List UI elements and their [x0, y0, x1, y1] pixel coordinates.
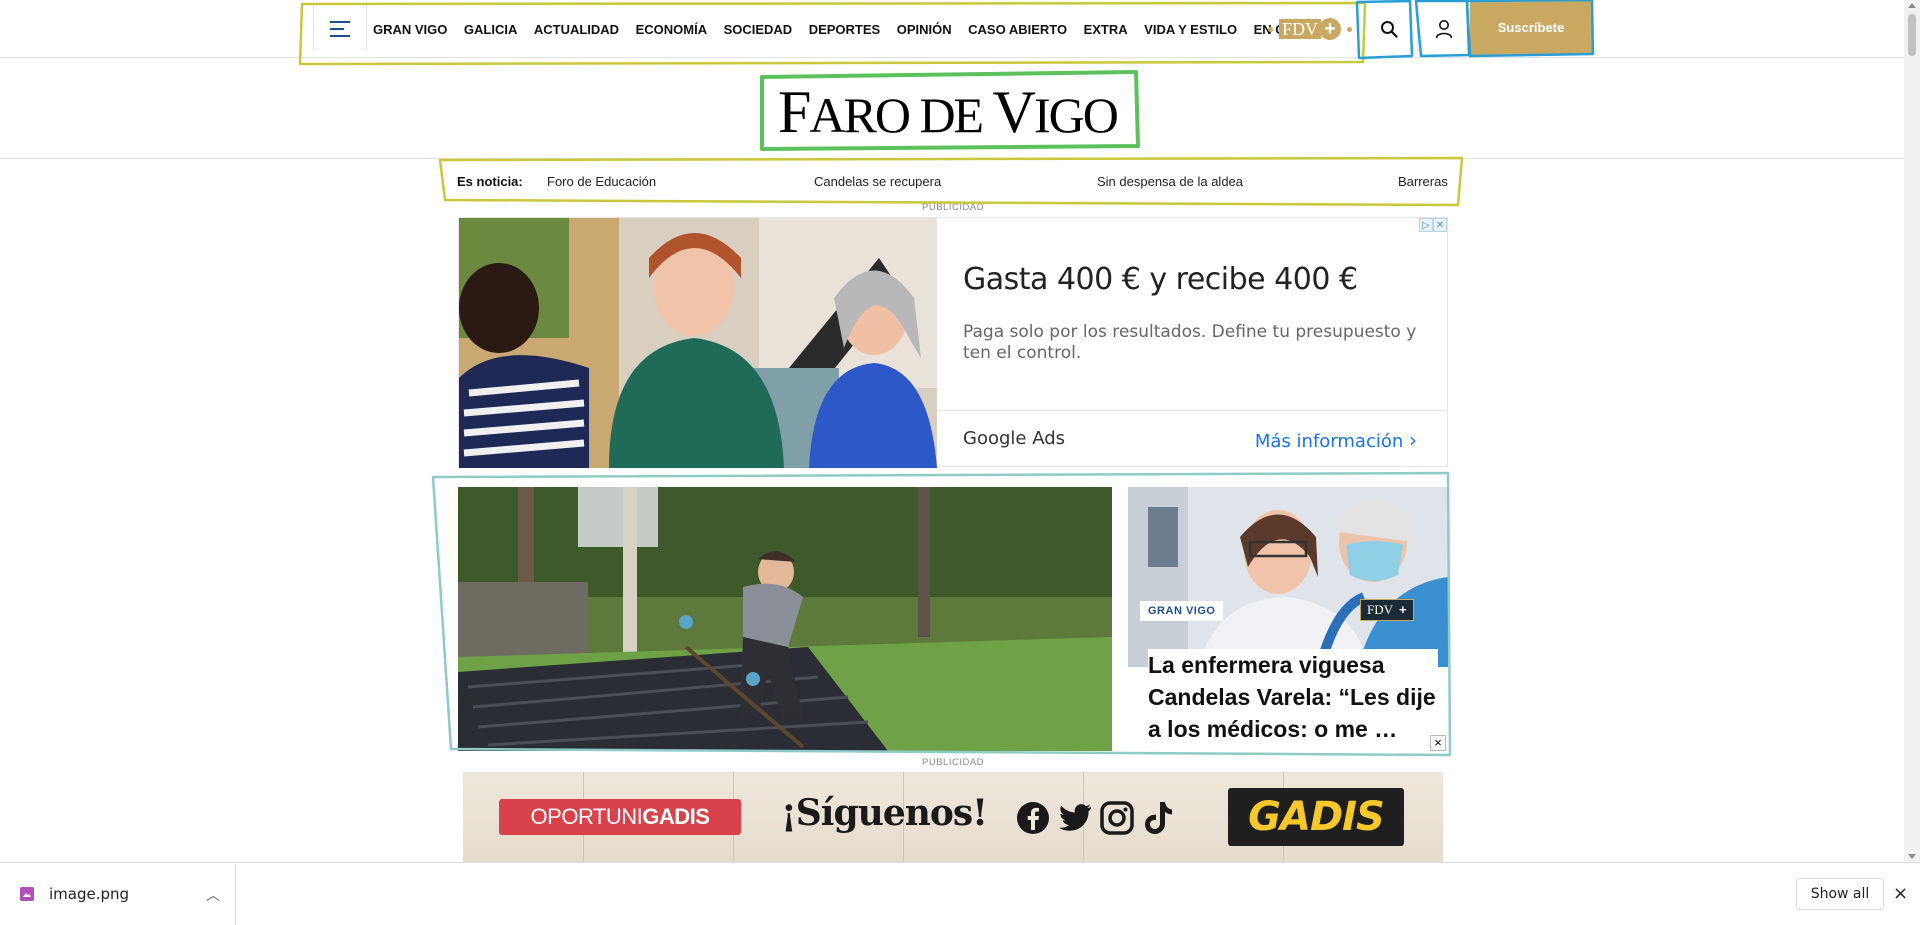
tiktok-icon[interactable]	[1141, 800, 1177, 836]
facebook-icon[interactable]	[1015, 800, 1051, 836]
ticker-item[interactable]: Candelas se recupera	[814, 174, 941, 189]
ad-info-icon[interactable]: ▷	[1419, 218, 1433, 232]
scroll-down-arrow-icon[interactable]	[1908, 854, 1916, 859]
oportuni-text: OPORTUNI	[530, 804, 643, 829]
nav-item-galicia[interactable]: GALICIA	[464, 22, 517, 37]
user-icon	[1435, 20, 1452, 39]
nav-item-economia[interactable]: ECONOMÍA	[636, 22, 708, 37]
logo-text: IGO	[1033, 87, 1119, 143]
ad-brand: Google Ads	[963, 428, 1065, 449]
scrollbar-thumb[interactable]	[1908, 14, 1916, 56]
trending-ticker: Es noticia: Foro de Educación Candelas s…	[445, 165, 1453, 197]
follow-us-text: ¡Síguenos!	[781, 792, 988, 834]
nav-item-gran-vigo[interactable]: GRAN VIGO	[373, 22, 447, 37]
nav-item-caso-abierto[interactable]: CASO ABIERTO	[968, 22, 1067, 37]
ad-choices[interactable]: ▷ ✕	[1419, 218, 1447, 232]
page-scrollbar[interactable]	[1904, 0, 1920, 862]
fdv-plus-link[interactable]: FDV +	[1268, 18, 1353, 40]
top-navigation-bar: GRAN VIGO GALICIA ACTUALIDAD ECONOMÍA SO…	[0, 0, 1904, 58]
ticker-item[interactable]: Foro de Educación	[547, 174, 656, 189]
ad-cta-link[interactable]: Más información ›	[1255, 428, 1417, 452]
chevron-up-icon[interactable]: ︿	[206, 885, 220, 905]
ad-headline[interactable]: Gasta 400 € y recibe 400 €	[963, 262, 1358, 297]
search-icon	[1381, 21, 1398, 38]
section-tag[interactable]: GRAN VIGO	[1140, 601, 1224, 621]
fdv-plus-badge: FDV +	[1279, 18, 1342, 40]
ad-image-three-women	[459, 218, 937, 468]
masthead: FARO DE VIGO	[0, 58, 1904, 159]
gadis-logo: GADIS	[1228, 788, 1404, 846]
ad-footer: Google Ads Más información ›	[937, 410, 1447, 468]
separator-dot	[1347, 26, 1353, 32]
ad-photo	[459, 218, 937, 468]
fdv-badge-text: FDV	[1367, 602, 1394, 617]
nav-item-vida-y-estilo[interactable]: VIDA Y ESTILO	[1144, 22, 1237, 37]
ticker-item[interactable]: Barreras	[1398, 174, 1448, 189]
fdv-badge-text: FDV	[1279, 19, 1322, 39]
hamburger-menu-icon	[330, 21, 350, 37]
garden-worker-photo	[458, 487, 1112, 751]
logo-letter: F	[778, 79, 811, 145]
ticker-label: Es noticia:	[457, 173, 523, 189]
search-button[interactable]	[1363, 6, 1415, 52]
account-button[interactable]	[1417, 6, 1469, 52]
plus-icon: +	[1319, 18, 1342, 40]
section-nav: GRAN VIGO GALICIA ACTUALIDAD ECONOMÍA SO…	[373, 0, 1348, 58]
lead-story-image[interactable]	[458, 487, 1112, 751]
instagram-icon[interactable]	[1099, 800, 1135, 836]
scroll-up-arrow-icon[interactable]	[1908, 3, 1916, 8]
side-story-headline[interactable]: La enfermera viguesa Candelas Varela: “L…	[1148, 649, 1438, 745]
nav-item-extra[interactable]: EXTRA	[1084, 22, 1128, 37]
twitter-icon[interactable]	[1057, 800, 1093, 836]
plus-icon: +	[1399, 602, 1407, 617]
logo-text: ARO DE	[809, 87, 993, 143]
advertising-label: PUBLICIDAD	[922, 757, 985, 768]
show-all-downloads-button[interactable]: Show all	[1796, 878, 1884, 910]
gadis-text: GADIS	[642, 804, 710, 829]
ad-cta-label: Más información	[1254, 431, 1404, 452]
gadis-logo-text: GADIS	[1248, 794, 1385, 840]
gadis-banner-ad[interactable]: OPORTUNI GADIS ¡Síguenos! GADIS	[463, 772, 1443, 862]
oportunigadis-logo: OPORTUNI GADIS	[499, 799, 741, 835]
download-item[interactable]: image.png ︿	[0, 863, 236, 925]
nav-item-opinion[interactable]: OPINIÓN	[897, 22, 952, 37]
logo-letter: V	[992, 79, 1036, 145]
nurse-patient-photo	[1128, 487, 1448, 667]
chevron-right-icon: ›	[1409, 428, 1417, 452]
close-button[interactable]: ×	[1430, 735, 1446, 751]
ad-description: Paga solo por los resultados. Define tu …	[963, 322, 1417, 363]
ad-close-icon[interactable]: ✕	[1433, 218, 1447, 232]
separator-dot	[1268, 26, 1273, 32]
image-file-icon	[20, 887, 34, 901]
faro-de-vigo-logo[interactable]: FARO DE VIGO	[778, 78, 1119, 147]
fdv-plus-premium-tag: FDV +	[1360, 599, 1414, 621]
nav-item-actualidad[interactable]: ACTUALIDAD	[534, 22, 619, 37]
ticker-item[interactable]: Sin despensa de la aldea	[1097, 174, 1243, 189]
downloads-bar: image.png ︿ Show all ×	[0, 862, 1920, 925]
side-story-photo	[1128, 487, 1448, 667]
menu-button[interactable]	[313, 6, 367, 52]
subscribe-button[interactable]: Suscríbete	[1470, 0, 1592, 55]
nav-item-sociedad[interactable]: SOCIEDAD	[724, 22, 793, 37]
google-ad[interactable]: ▷ ✕ Gasta 400 € y recibe 400 € Paga solo…	[458, 217, 1448, 468]
social-icons	[1015, 800, 1177, 836]
download-file-name: image.png	[49, 885, 130, 903]
side-story-card[interactable]: GRAN VIGO FDV + La enfermera viguesa Cand…	[1128, 487, 1448, 751]
close-downloads-bar-icon[interactable]: ×	[1893, 883, 1908, 904]
nav-item-deportes[interactable]: DEPORTES	[809, 22, 881, 37]
advertising-label: PUBLICIDAD	[922, 202, 985, 213]
